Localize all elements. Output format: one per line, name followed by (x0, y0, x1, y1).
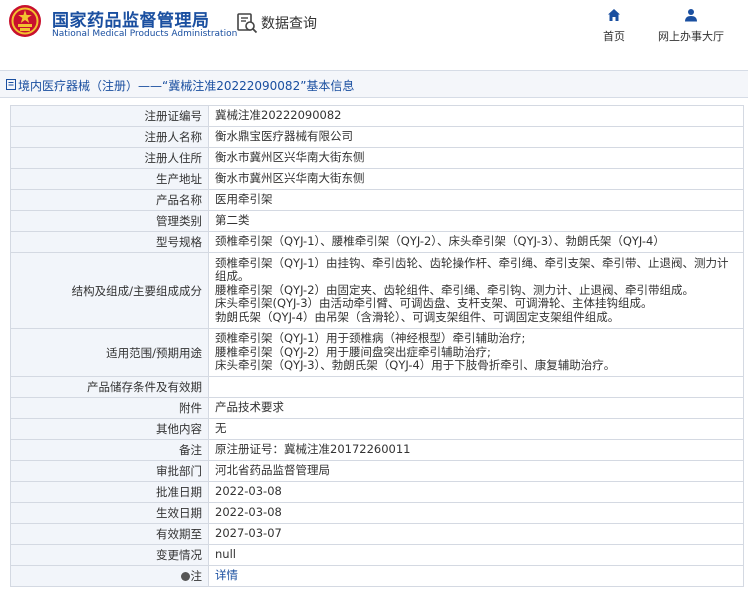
nav-home-label: 首页 (603, 30, 625, 43)
site-logo-title[interactable]: 国家药品监督管理局 (52, 6, 210, 31)
row-value: 河北省药品监督管理局 (208, 460, 744, 482)
row-label: 产品名称 (10, 189, 209, 211)
breadcrumb-text: 境内医疗器械（注册）——“冀械注准20222090082”基本信息 (18, 79, 355, 93)
table-row: 注册人住所 衡水市冀州区兴华南大街东侧 (10, 147, 744, 169)
breadcrumb: 境内医疗器械（注册）——“冀械注准20222090082”基本信息 (0, 70, 748, 98)
row-value: 衡水市冀州区兴华南大街东侧 (208, 168, 744, 190)
nav-online-service-hall[interactable]: 网上办事大厅 (651, 8, 731, 44)
registration-detail-table: 注册证编号 冀械注准20222090082 注册人名称 衡水鼎宝医疗器械有限公司… (10, 105, 744, 587)
value-line: 床头牵引架(QYJ-3）由活动牵引臂、可调齿盘、支杆支架、可调滑轮、主体挂钩组成… (215, 296, 653, 311)
row-label: 附件 (10, 397, 209, 419)
table-row: 产品储存条件及有效期 (10, 376, 744, 398)
row-value: 原注册证号：冀械注准20172260011 (208, 439, 744, 461)
details-link[interactable]: 详情 (215, 568, 238, 583)
table-row: 审批部门 河北省药品监督管理局 (10, 460, 744, 482)
note-label: 注 (190, 569, 203, 583)
row-value: 产品技术要求 (208, 397, 744, 419)
row-label: 注册人名称 (10, 126, 209, 148)
row-label: 有效期至 (10, 523, 209, 545)
table-row: 其他内容 无 (10, 418, 744, 440)
row-label: 备注 (10, 439, 209, 461)
row-label: 批准日期 (10, 481, 209, 503)
row-value: null (208, 544, 744, 566)
value-line: 床头牵引架（QYJ-3）、勃朗氏架（QYJ-4）用于下肢骨折牵引、康复辅助治疗。 (215, 358, 616, 373)
table-row: 变更情况 null (10, 544, 744, 566)
row-label: 注册证编号 (10, 105, 209, 127)
row-label: 变更情况 (10, 544, 209, 566)
table-row: 有效期至 2027-03-07 (10, 523, 744, 545)
table-row: 生效日期 2022-03-08 (10, 502, 744, 524)
data-query-icon (237, 13, 258, 34)
row-value: 冀械注准20222090082 (208, 105, 744, 127)
value-line: 颈椎牵引架（QYJ-1）由挂钩、牵引齿轮、齿轮操作杆、牵引绳、牵引支架、牵引带、… (215, 255, 729, 284)
table-row: 备注 原注册证号：冀械注准20172260011 (10, 439, 744, 461)
table-row: 产品名称 医用牵引架 (10, 189, 744, 211)
table-row: 适用范围/预期用途 颈椎牵引架（QYJ-1）用于颈椎病（神经根型）牵引辅助治疗;… (10, 328, 744, 377)
table-row: 注册证编号 冀械注准20222090082 (10, 105, 744, 127)
table-row: 管理类别 第二类 (10, 210, 744, 232)
home-icon (608, 9, 620, 21)
row-label: 型号规格 (10, 231, 209, 253)
row-label: 适用范围/预期用途 (10, 328, 209, 377)
row-label: 结构及组成/主要组成成分 (10, 252, 209, 329)
table-row: 附件 产品技术要求 (10, 397, 744, 419)
site-logo-subtitle: National Medical Products Administration (52, 29, 238, 39)
row-value: 衡水市冀州区兴华南大街东侧 (208, 147, 744, 169)
data-query-link[interactable]: 数据查询 (236, 10, 317, 36)
row-label-note: 注 (10, 565, 209, 587)
row-value: 医用牵引架 (208, 189, 744, 211)
row-value: 2022-03-08 (208, 481, 744, 503)
site-header: 国家药品监督管理局 National Medical Products Admi… (0, 0, 748, 50)
row-label: 注册人住所 (10, 147, 209, 169)
table-row: 结构及组成/主要组成成分 颈椎牵引架（QYJ-1）由挂钩、牵引齿轮、齿轮操作杆、… (10, 252, 744, 329)
row-value (208, 376, 744, 398)
value-line: 颈椎牵引架（QYJ-1）用于颈椎病（神经根型）牵引辅助治疗; (215, 331, 526, 346)
row-label: 生效日期 (10, 502, 209, 524)
table-row: 批准日期 2022-03-08 (10, 481, 744, 503)
value-line: 勃朗氏架（QYJ-4）由吊架（含滑轮）、可调支架组件、可调固定支架组件组成。 (215, 309, 620, 324)
document-icon (6, 79, 16, 90)
note-icon (180, 572, 190, 581)
value-line: 腰椎牵引架（QYJ-2）用于腰间盘突出症牵引辅助治疗; (215, 344, 491, 359)
row-value-multiline: 颈椎牵引架（QYJ-1）由挂钩、牵引齿轮、齿轮操作杆、牵引绳、牵引支架、牵引带、… (208, 252, 744, 329)
row-value-multiline: 颈椎牵引架（QYJ-1）用于颈椎病（神经根型）牵引辅助治疗; 腰椎牵引架（QYJ… (208, 328, 744, 377)
value-line: 腰椎牵引架（QYJ-2）由固定夹、齿轮组件、牵引绳、牵引钩、测力计、止退阀、牵引… (215, 282, 695, 297)
row-value: 2022-03-08 (208, 502, 744, 524)
table-row: 型号规格 颈椎牵引架（QYJ-1）、腰椎牵引架（QYJ-2）、床头牵引架（QYJ… (10, 231, 744, 253)
row-value: 详情 (208, 565, 744, 587)
row-label: 其他内容 (10, 418, 209, 440)
row-label: 管理类别 (10, 210, 209, 232)
row-value: 2027-03-07 (208, 523, 744, 545)
row-value: 第二类 (208, 210, 744, 232)
user-icon (685, 9, 697, 22)
row-value: 无 (208, 418, 744, 440)
row-label: 产品储存条件及有效期 (10, 376, 209, 398)
table-row: 生产地址 衡水市冀州区兴华南大街东侧 (10, 168, 744, 190)
national-emblem-icon (9, 5, 41, 37)
table-row: 注册人名称 衡水鼎宝医疗器械有限公司 (10, 126, 744, 148)
row-value: 颈椎牵引架（QYJ-1）、腰椎牵引架（QYJ-2）、床头牵引架（QYJ-3）、勃… (208, 231, 744, 253)
data-query-label: 数据查询 (261, 16, 317, 32)
row-label: 审批部门 (10, 460, 209, 482)
nav-online-service-label: 网上办事大厅 (658, 30, 724, 43)
row-value: 衡水鼎宝医疗器械有限公司 (208, 126, 744, 148)
row-label: 生产地址 (10, 168, 209, 190)
nav-home[interactable]: 首页 (597, 8, 631, 44)
table-row: 注 详情 (10, 565, 744, 587)
